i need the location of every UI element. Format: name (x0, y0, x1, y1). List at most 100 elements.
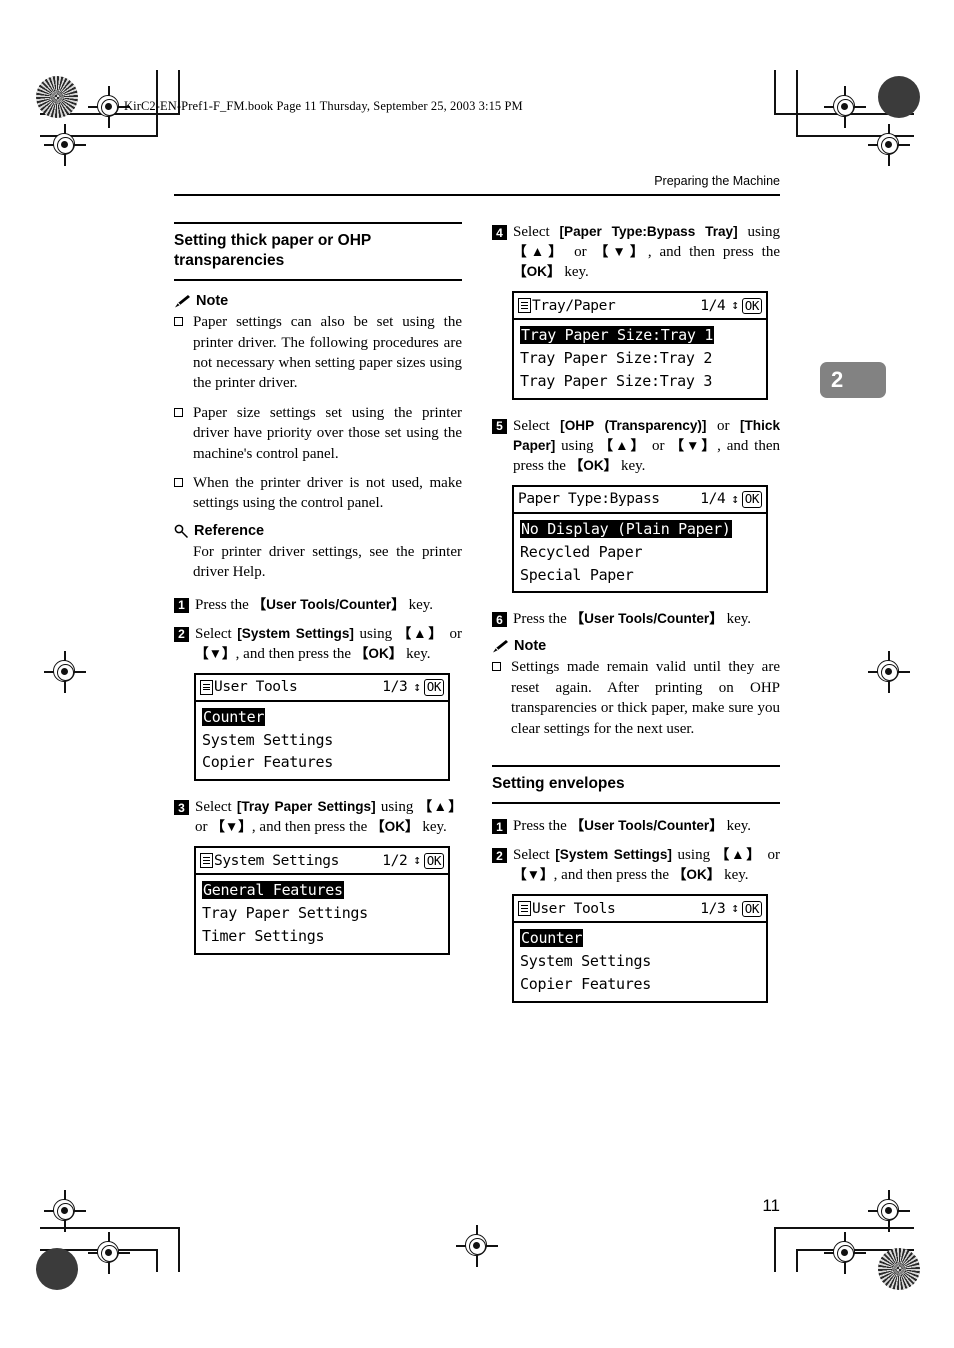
ui-label-ref: [Tray Paper Settings] (236, 799, 376, 815)
step-list: 4 Select [Paper Type:Bypass Tray] using 【… (492, 222, 780, 629)
hardware-key-ref: 【▲】 (397, 625, 444, 641)
up-down-arrow-icon: ↕ (731, 298, 739, 314)
lcd-menu-rows: Tray Paper Size:Tray 1 Tray Paper Size:Tr… (514, 320, 766, 397)
hardware-key-ref: 【▼】 (594, 244, 648, 260)
lcd-page-indicator: 1/3 (382, 679, 408, 696)
note-bullet-icon (174, 473, 193, 493)
step-number-badge: 4 (492, 225, 507, 240)
registration-target (44, 1190, 86, 1232)
step-number-badge: 1 (174, 597, 189, 613)
procedure-step: 6 Press the 【User Tools/Counter】 key. (492, 609, 780, 629)
hardware-key-ref: 【OK】 (569, 457, 618, 473)
lcd-menu-rows: No Display (Plain Paper) Recycled Paper Sp… (514, 514, 766, 591)
lcd-menu-item-label: Copier Features (520, 975, 651, 994)
lcd-menu-item: System Settings (196, 729, 448, 752)
step-instruction: Press the 【User Tools/Counter】 key. (513, 609, 780, 629)
lcd-title-text: User Tools (214, 679, 298, 696)
hardware-key-ref: 【▲】 (418, 799, 462, 815)
lcd-menu-item: Copier Features (514, 973, 766, 996)
lcd-menu-item: Counter (196, 706, 448, 729)
step-instruction: Select [Paper Type:Bypass Tray] using 【▲… (513, 222, 780, 282)
lcd-menu-item: Tray Paper Size:Tray 3 (514, 370, 766, 393)
procedure-step: 1 Press the 【User Tools/Counter】 key. (174, 595, 462, 615)
lcd-page-indicator: 1/4 (700, 491, 726, 508)
lcd-menu-item-label: System Settings (202, 730, 333, 749)
lcd-page-indicator: 1/3 (700, 900, 726, 917)
registration-target (44, 124, 86, 166)
color-patch-dark (878, 76, 920, 118)
lcd-menu-item: Recycled Paper (514, 541, 766, 564)
step-row: 2 Select [System Settings] using 【▲】 or 【… (174, 624, 462, 664)
step-text: or (706, 417, 740, 434)
lcd-menu-item-selected: Tray Paper Size:Tray 1 (520, 326, 715, 345)
up-down-arrow-icon: ↕ (413, 853, 421, 869)
step-text: key. (560, 264, 589, 281)
step-text: or (566, 244, 595, 261)
note-text: Paper size settings set using the printe… (193, 404, 462, 462)
lcd-menu-item: Copier Features (196, 751, 448, 774)
step-list: 1 Press the 【User Tools/Counter】 key. 2 Sel… (174, 595, 462, 955)
step-number-badge: 6 (492, 612, 507, 628)
lcd-title-text: System Settings (214, 852, 339, 869)
book-file-header: KirC2-EN-Pref1-F_FM.book Page 11 Thursda… (124, 99, 523, 113)
lcd-title-bar: System Settings 1/2 ↕ OK (196, 848, 448, 876)
running-head: Preparing the Machine (654, 174, 780, 188)
step-text: using (671, 847, 716, 864)
registration-target (868, 124, 910, 166)
step-text: key. (720, 867, 749, 884)
lcd-ok-key-indicator: OK (423, 852, 444, 870)
up-down-arrow-icon: ↕ (413, 679, 421, 695)
lcd-title-bar: User Tools 1/3 ↕ OK (196, 675, 448, 702)
registration-target (824, 1232, 866, 1274)
note-list: Settings made remain valid until they ar… (492, 657, 780, 739)
procedure-step: 5 Select [OHP (Transparency)] or [Thick P… (492, 416, 780, 594)
section-title-thick-paper: Setting thick paper or OHP transparencie… (174, 222, 462, 282)
step-instruction: Press the 【User Tools/Counter】 key. (195, 595, 462, 615)
hardware-key-ref: 【OK】 (672, 867, 721, 883)
step-text: or (646, 437, 671, 454)
hardware-key-ref: 【OK】 (513, 264, 561, 280)
step-text: Press the (195, 596, 253, 613)
step-row: 5 Select [OHP (Transparency)] or [Thick P… (492, 416, 780, 476)
registration-target (824, 86, 866, 128)
lcd-page-indicator: 1/2 (382, 852, 408, 869)
step-number-badge: 1 (492, 819, 507, 835)
lcd-menu-rows: General Features Tray Paper Settings Timer… (196, 875, 448, 952)
step-text: Press the (513, 611, 571, 628)
lcd-menu-rows: Counter System Settings Copier Features (196, 702, 448, 779)
color-patch-dark (36, 1248, 78, 1290)
lcd-menu-item: Special Paper (514, 564, 766, 587)
ui-label-ref: [OHP (Transparency)] (560, 417, 707, 433)
lcd-screen: User Tools 1/3 ↕ OK Counter System Settings Co… (512, 894, 768, 1003)
lcd-screen: User Tools 1/3 ↕ OK Counter System Settings Co… (194, 672, 450, 782)
procedure-step: 3 Select [Tray Paper Settings] using 【▲】 … (174, 797, 462, 955)
step-text: Press the (513, 818, 571, 835)
step-instruction: Select [System Settings] using 【▲】 or 【▼… (195, 624, 462, 664)
section-title-envelopes: Setting envelopes (492, 765, 780, 805)
lcd-ok-key-indicator: OK (741, 297, 762, 314)
step-text: using (353, 625, 398, 642)
lcd-ok-key-indicator: OK (423, 679, 444, 696)
note-text: Paper settings can also be set using the… (193, 314, 462, 392)
note-item: Paper size settings set using the printe… (174, 403, 462, 464)
note-heading: Note (492, 638, 780, 654)
lcd-ok-key-indicator: OK (741, 900, 762, 918)
up-down-arrow-icon: ↕ (731, 491, 739, 507)
lcd-menu-item-selected: Counter (520, 929, 584, 948)
hardware-key-ref: 【OK】 (354, 645, 403, 661)
crop-rule (796, 1249, 798, 1272)
step-row: 4 Select [Paper Type:Bypass Tray] using 【… (492, 222, 780, 282)
menu-list-icon (518, 298, 531, 314)
lcd-title-text: Tray/Paper (532, 297, 616, 314)
lcd-menu-item: Tray Paper Size:Tray 1 (514, 324, 766, 347)
step-text: Select (195, 625, 238, 642)
procedure-step: 2 Select [System Settings] using 【▲】 or 【… (492, 845, 780, 1003)
registration-target (44, 651, 86, 693)
step-instruction: Select [Tray Paper Settings] using 【▲】 o… (195, 797, 462, 837)
step-row: 6 Press the 【User Tools/Counter】 key. (492, 609, 780, 629)
crop-rule (156, 1249, 158, 1272)
lcd-title-text: Paper Type:Bypass (518, 491, 660, 508)
hardware-key-ref: 【OK】 (371, 819, 419, 835)
hardware-key-ref: 【▼】 (670, 437, 718, 453)
lcd-screen: Tray/Paper 1/4 ↕ OK Tray Paper Size:Tray 1 Tr… (512, 291, 768, 400)
